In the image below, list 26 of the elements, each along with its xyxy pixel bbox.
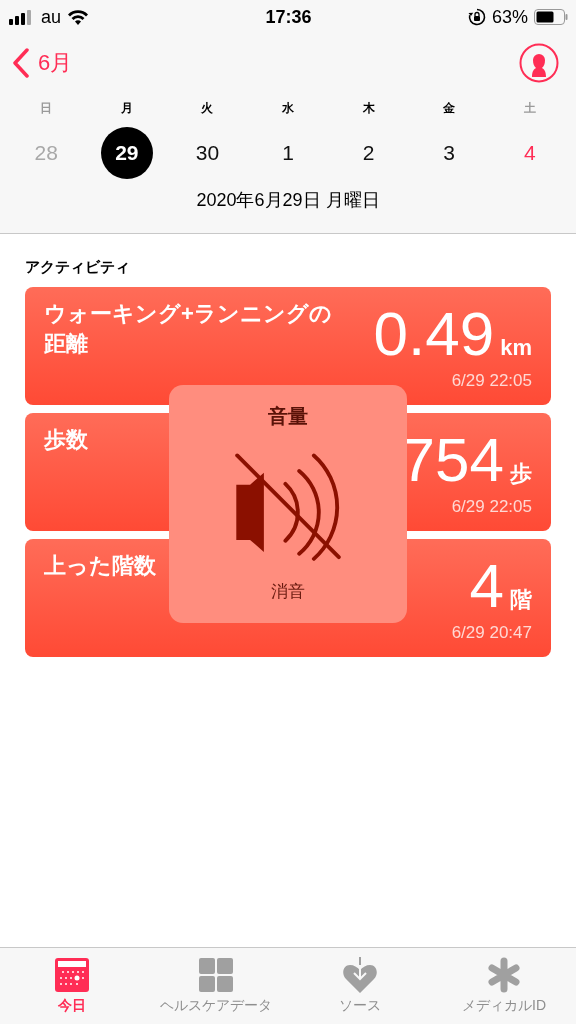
metric-value: 4 [469, 555, 504, 617]
status-time: 17:36 [265, 6, 312, 28]
weekday-label: 水 [282, 100, 294, 117]
metric-unit: 歩 [510, 460, 532, 488]
weekday-label: 火 [201, 100, 214, 117]
metric-value: 0.49 [373, 303, 495, 365]
weekday-label: 木 [362, 100, 375, 117]
date-title: 2020年6月29日 月曜日 [195, 189, 381, 212]
carrier-name: au [41, 6, 62, 28]
weekday-label: 日 [40, 100, 53, 117]
card-time: 6/29 22:05 [451, 371, 532, 391]
hud-title: 音量 [268, 404, 308, 429]
hud-label: 消音 [271, 581, 305, 603]
metric-unit: km [500, 335, 532, 361]
section-title: アクティビティ [25, 258, 131, 277]
weekday-label: 月 [120, 100, 133, 117]
battery-percent: 63% [491, 6, 528, 28]
metric-unit: 階 [510, 586, 532, 614]
metric-value: 754 [400, 429, 504, 491]
weekday-label: 金 [443, 100, 456, 117]
weekday-label: 土 [523, 100, 536, 117]
card-title: 歩数 [44, 426, 88, 454]
card-title: ウォーキング+ランニングの距離 [44, 300, 333, 358]
card-title: 上った階数 [44, 552, 156, 580]
card-time: 6/29 22:05 [451, 497, 532, 517]
card-time: 6/29 20:47 [451, 623, 532, 643]
